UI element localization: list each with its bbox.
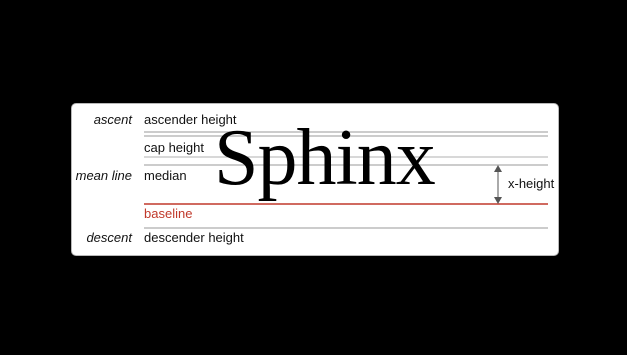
ascent-label: ascent <box>93 112 132 127</box>
sample-word: Sphinx <box>214 114 436 202</box>
median-label: median <box>144 168 187 183</box>
descent-label: descent <box>86 230 132 245</box>
mean-line-label: mean line <box>75 168 132 183</box>
baseline-label: baseline <box>144 206 193 221</box>
cap-height-label: cap height <box>144 140 204 155</box>
descender-height-label: descender height <box>144 230 244 245</box>
typography-diagram-card: ascent mean line descent ascender height… <box>71 103 559 256</box>
x-height-arrow <box>494 165 502 204</box>
x-height-label: x-height <box>508 176 555 191</box>
